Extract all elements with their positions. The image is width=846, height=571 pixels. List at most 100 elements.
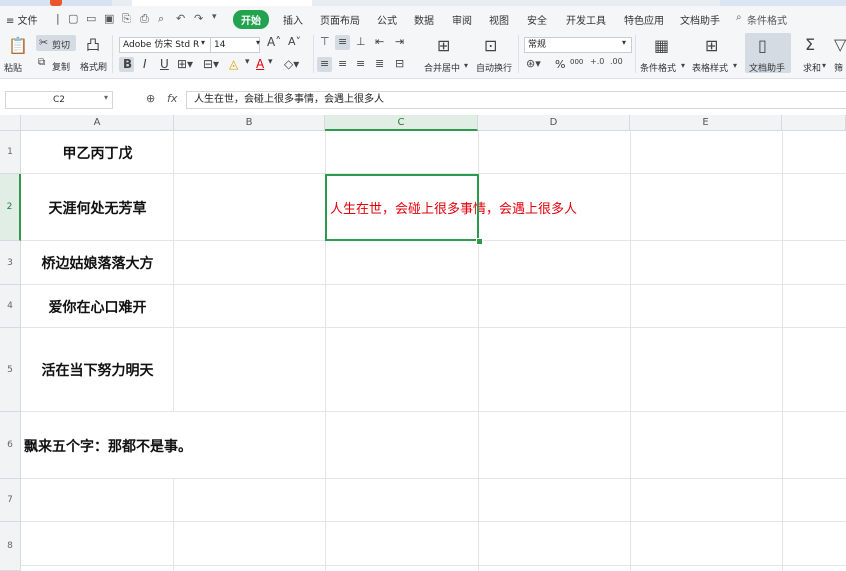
currency-icon[interactable]: ⊛▾ bbox=[526, 57, 541, 70]
underline-icon[interactable]: U bbox=[160, 57, 169, 71]
merge-center-icon[interactable]: ⊞ bbox=[437, 36, 450, 55]
row-header-3[interactable]: 3 bbox=[0, 241, 21, 285]
align-center-icon[interactable]: ≡ bbox=[338, 57, 347, 70]
open-folder-icon[interactable]: ▭ bbox=[86, 12, 96, 25]
font-name-dropdown-icon[interactable]: ▾ bbox=[201, 38, 205, 47]
cell-a2[interactable]: 天涯何处无芳草 bbox=[21, 174, 174, 241]
row-header-2[interactable]: 2 bbox=[0, 174, 21, 241]
sum-dropdown-icon[interactable]: ▾ bbox=[822, 61, 826, 70]
align-middle-icon[interactable]: ≡ bbox=[338, 35, 347, 48]
column-header-e[interactable]: E bbox=[630, 115, 782, 131]
filter-icon[interactable]: ▽ bbox=[834, 35, 846, 54]
row-header-1[interactable]: 1 bbox=[0, 131, 21, 174]
tab-doc-helper[interactable]: 文档助手 bbox=[680, 12, 720, 27]
doc-helper-button[interactable]: 文档助手 bbox=[749, 61, 785, 74]
copy-icon[interactable]: ⧉ bbox=[38, 57, 45, 68]
fill-handle[interactable] bbox=[476, 238, 483, 245]
tab-security[interactable]: 安全 bbox=[527, 12, 547, 27]
formula-input[interactable]: 人生在世，会碰上很多事情，会遇上很多人 bbox=[186, 91, 846, 109]
merge-center-button[interactable]: 合并居中 bbox=[424, 61, 460, 74]
tab-special-apps[interactable]: 特色应用 bbox=[624, 12, 664, 27]
increase-decimal-icon[interactable]: +.0 bbox=[590, 57, 604, 66]
wrap-text-button[interactable]: 自动换行 bbox=[476, 61, 512, 74]
row-header-5[interactable]: 5 bbox=[0, 328, 21, 412]
print-icon[interactable]: ⎙ bbox=[140, 12, 149, 26]
column-header-d[interactable]: D bbox=[478, 115, 630, 131]
percent-button[interactable]: % bbox=[555, 58, 565, 71]
copy-button[interactable]: 复制 bbox=[52, 60, 70, 73]
sum-button[interactable]: 求和 bbox=[803, 61, 821, 74]
row-header-7[interactable]: 7 bbox=[0, 479, 21, 522]
font-size-select[interactable]: 14 bbox=[210, 37, 260, 53]
align-right-icon[interactable]: ≡ bbox=[356, 57, 365, 70]
row-header-6[interactable]: 6 bbox=[0, 412, 21, 479]
italic-icon[interactable]: I bbox=[143, 57, 147, 71]
paste-label[interactable]: 粘贴 bbox=[4, 61, 22, 74]
decrease-indent-icon[interactable]: ⇤ bbox=[375, 35, 384, 48]
fill-color-icon[interactable]: ◬ bbox=[229, 57, 238, 71]
print-preview-icon[interactable]: ⌕ bbox=[158, 12, 164, 26]
number-format-select[interactable]: 常规 bbox=[524, 37, 632, 53]
increase-indent-icon[interactable]: ⇥ bbox=[395, 35, 404, 48]
justify-icon[interactable]: ≣ bbox=[375, 57, 384, 70]
table-style-dropdown-icon[interactable]: ▾ bbox=[733, 61, 737, 70]
cell-a4[interactable]: 爱你在心口难开 bbox=[21, 285, 174, 328]
doc-helper-icon[interactable]: ▯ bbox=[758, 36, 767, 55]
font-color-icon[interactable]: A bbox=[256, 57, 264, 71]
scissors-icon[interactable]: ✂ bbox=[39, 36, 48, 49]
tab-data[interactable]: 数据 bbox=[414, 12, 434, 27]
file-menu[interactable]: ≡ 文件 bbox=[6, 12, 38, 27]
tab-developer[interactable]: 开发工具 bbox=[566, 12, 606, 27]
table-style-icon[interactable]: ⊞ bbox=[705, 36, 718, 55]
search-command-label[interactable]: 条件格式 bbox=[747, 12, 787, 27]
undo-icon[interactable]: ↶ bbox=[176, 12, 185, 25]
search-icon[interactable]: ⌕ bbox=[736, 12, 742, 23]
thousands-separator-button[interactable]: 000 bbox=[570, 58, 583, 66]
zoom-formula-icon[interactable]: ⊕ bbox=[146, 92, 155, 105]
cell-a6[interactable]: 飘来五个字：那都不是事。 bbox=[24, 412, 192, 479]
row-header-8[interactable]: 8 bbox=[0, 522, 21, 571]
redo-icon[interactable]: ↷ bbox=[194, 12, 203, 25]
column-header-c[interactable]: C bbox=[325, 115, 478, 131]
cell-a1[interactable]: 甲乙丙丁戊 bbox=[21, 131, 174, 174]
conditional-format-dropdown-icon[interactable]: ▾ bbox=[681, 61, 685, 70]
font-name-select[interactable]: Adobe 仿宋 Std R bbox=[119, 37, 211, 53]
format-painter-button[interactable]: 格式刷 bbox=[80, 60, 107, 73]
new-file-icon[interactable]: ▢ bbox=[68, 12, 78, 25]
column-header-a[interactable]: A bbox=[21, 115, 174, 131]
quick-access-dropdown-icon[interactable]: ▾ bbox=[212, 12, 217, 22]
wrap-text-icon[interactable]: ⊡ bbox=[484, 36, 497, 55]
name-box-dropdown-icon[interactable]: ▾ bbox=[104, 93, 108, 102]
clear-format-icon[interactable]: ◇▾ bbox=[284, 57, 299, 71]
filter-button[interactable]: 筛 bbox=[834, 61, 843, 74]
font-size-dropdown-icon[interactable]: ▾ bbox=[256, 38, 260, 47]
format-painter-icon[interactable]: 凸 bbox=[86, 35, 100, 55]
name-box[interactable]: C2 bbox=[5, 91, 113, 109]
conditional-format-icon[interactable]: ▦ bbox=[654, 36, 669, 55]
tab-insert[interactable]: 插入 bbox=[283, 12, 303, 27]
column-header-b[interactable]: B bbox=[174, 115, 325, 131]
merge-dropdown-icon[interactable]: ▾ bbox=[464, 61, 468, 70]
save-icon[interactable]: ▣ bbox=[104, 12, 114, 25]
cell-style-icon[interactable]: ⊟▾ bbox=[203, 57, 219, 71]
bold-icon[interactable]: B bbox=[123, 57, 132, 71]
decrease-font-icon[interactable]: A˅ bbox=[288, 35, 301, 48]
increase-font-icon[interactable]: A˄ bbox=[267, 35, 281, 49]
align-bottom-icon[interactable]: ⊥ bbox=[356, 35, 366, 48]
tab-formulas[interactable]: 公式 bbox=[377, 12, 397, 27]
align-top-icon[interactable]: ⊤ bbox=[320, 35, 330, 48]
paste-icon[interactable]: 📋 bbox=[8, 36, 28, 55]
tab-view[interactable]: 视图 bbox=[489, 12, 509, 27]
column-header-f[interactable] bbox=[782, 115, 846, 131]
tab-review[interactable]: 审阅 bbox=[452, 12, 472, 27]
cell-a3[interactable]: 桥边姑娘落落大方 bbox=[21, 241, 174, 285]
row-header-4[interactable]: 4 bbox=[0, 285, 21, 328]
borders-icon[interactable]: ⊞▾ bbox=[177, 57, 193, 71]
table-style-button[interactable]: 表格样式 bbox=[692, 61, 728, 74]
number-format-dropdown-icon[interactable]: ▾ bbox=[622, 38, 626, 47]
fill-color-dropdown-icon[interactable]: ▾ bbox=[245, 57, 250, 67]
decrease-decimal-icon[interactable]: .00 bbox=[610, 57, 623, 66]
distributed-icon[interactable]: ⊟ bbox=[395, 57, 404, 70]
cut-button[interactable]: 剪切 bbox=[52, 38, 70, 51]
conditional-format-button[interactable]: 条件格式 bbox=[640, 61, 676, 74]
